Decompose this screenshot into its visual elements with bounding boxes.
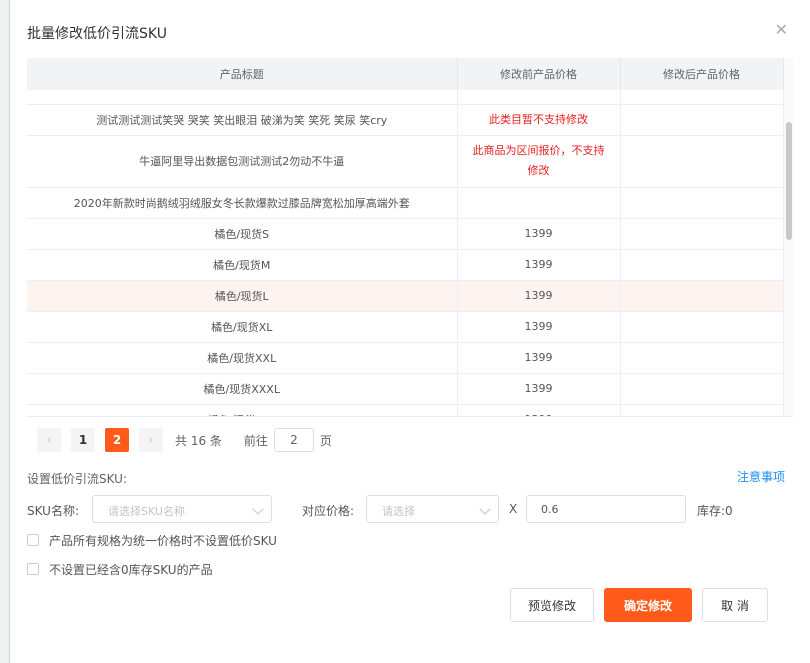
row-title: 2020年新款时尚鹅绒羽绒服女冬长款爆款过膝品牌宽松加厚高端外套	[27, 187, 458, 219]
row-price-after	[620, 280, 784, 312]
goto-page-value: 2	[290, 433, 298, 447]
sku-name-select[interactable]: 请选择SKU名称	[92, 495, 272, 523]
sku-table: 产品标题 修改前产品价格 修改后产品价格 测试测试测试笑哭 哭笑 笑出眼泪 破涕…	[27, 58, 793, 417]
sku-settings-row: SKU名称: 请选择SKU名称 对应价格: 请选择 X 0.6 库存:0	[27, 495, 787, 523]
row-price-after	[620, 373, 784, 405]
row-title: 橘色/现货XXXL	[27, 373, 458, 405]
notes-link[interactable]: 注意事项	[737, 468, 785, 485]
row-price-after	[620, 218, 784, 250]
row-price-after	[620, 187, 784, 219]
table-row: 橘色/现货4XL 1399	[27, 404, 784, 416]
chevron-down-icon	[252, 503, 264, 515]
row-price-before: 1399	[457, 218, 621, 250]
table-row: 2020年新款时尚鹅绒羽绒服女冬长款爆款过膝品牌宽松加厚高端外套	[27, 187, 784, 219]
row-title: 橘色/现货M	[27, 249, 458, 281]
row-title: 橘色/现货XXL	[27, 342, 458, 374]
sku-name-placeholder: 请选择SKU名称	[108, 505, 185, 518]
row-price-before: 1399	[457, 249, 621, 281]
scrollbar-thumb[interactable]	[786, 122, 792, 240]
header-price-after: 修改后产品价格	[620, 58, 784, 90]
stock-text: 库存:0	[697, 504, 733, 518]
confirm-button[interactable]: 确定修改	[604, 588, 692, 622]
factor-value: 0.6	[541, 503, 559, 516]
table-row-partial	[27, 90, 784, 105]
goto-label: 前往	[243, 433, 268, 448]
table-row: 橘色/现货M 1399	[27, 249, 784, 281]
uniform-price-checkbox[interactable]: 产品所有规格为统一价格时不设置低价SKU	[27, 532, 277, 548]
chevron-down-icon	[479, 503, 491, 515]
total-count: 共 16 条	[175, 433, 222, 448]
table-row: 橘色/现货S 1399	[27, 218, 784, 250]
factor-input[interactable]: 0.6	[526, 495, 686, 523]
price-placeholder: 请选择	[382, 505, 415, 518]
row-price-before: 1399	[457, 311, 621, 343]
table-row: 橘色/现货L 1399	[27, 280, 784, 312]
dialog-title: 批量修改低价引流SKU	[27, 26, 167, 42]
row-price-after	[620, 342, 784, 374]
row-price-before: 此类目暂不支持修改	[457, 104, 621, 136]
settings-section-label: 设置低价引流SKU:	[27, 472, 127, 486]
row-title: 牛逼阿里导出数据包测试测试2勿动不牛逼	[27, 135, 458, 188]
background-page-edge	[0, 0, 10, 663]
row-price-after	[620, 249, 784, 281]
row-price-before: 1399	[457, 373, 621, 405]
row-price-after	[620, 135, 784, 188]
sku-name-label: SKU名称:	[27, 504, 79, 518]
table-scrollbar[interactable]	[784, 58, 793, 416]
row-price-before: 1399	[457, 404, 621, 416]
table-row: 测试测试测试笑哭 哭笑 笑出眼泪 破涕为笑 笑死 笑尿 笑cry 此类目暂不支持…	[27, 104, 784, 136]
row-price-after	[620, 311, 784, 343]
row-price-before: 此商品为区间报价，不支持修改	[457, 135, 621, 188]
row-title: 橘色/现货4XL	[27, 404, 458, 416]
price-select[interactable]: 请选择	[366, 495, 499, 523]
cancel-button[interactable]: 取 消	[702, 588, 768, 622]
checkbox-box[interactable]	[27, 563, 39, 575]
row-price-after	[620, 404, 784, 416]
page-2-button[interactable]: 2	[105, 428, 129, 452]
table-row: 橘色/现货XL 1399	[27, 311, 784, 343]
row-title: 橘色/现货S	[27, 218, 458, 250]
row-price-before: 1399	[457, 342, 621, 374]
pagination: ‹ 1 2 › 共 16 条 前往 2 页	[37, 428, 332, 452]
page-1-button[interactable]: 1	[71, 428, 95, 452]
table-row: 橘色/现货XXL 1399	[27, 342, 784, 374]
table-header-row: 产品标题 修改前产品价格 修改后产品价格	[27, 58, 784, 90]
uniform-price-label: 产品所有规格为统一价格时不设置低价SKU	[49, 533, 277, 548]
page-suffix: 页	[319, 433, 332, 448]
row-price-after	[620, 104, 784, 136]
row-price-before	[457, 187, 621, 219]
table-row: 牛逼阿里导出数据包测试测试2勿动不牛逼 此商品为区间报价，不支持修改	[27, 135, 784, 188]
multiply-sign: X	[509, 502, 518, 516]
zero-stock-checkbox[interactable]: 不设置已经含0库存SKU的产品	[27, 561, 213, 577]
table-row: 橘色/现货XXXL 1399	[27, 373, 784, 405]
close-icon[interactable]: ✕	[775, 20, 788, 39]
row-title: 橘色/现货L	[27, 280, 458, 312]
next-page-button[interactable]: ›	[139, 428, 163, 452]
row-title: 橘色/现货XL	[27, 311, 458, 343]
checkbox-box[interactable]	[27, 534, 39, 546]
header-price-before: 修改前产品价格	[457, 58, 621, 90]
goto-page-input[interactable]: 2	[273, 428, 314, 452]
preview-button[interactable]: 预览修改	[510, 588, 594, 622]
zero-stock-label: 不设置已经含0库存SKU的产品	[49, 562, 213, 577]
row-price-before: 1399	[457, 280, 621, 312]
batch-edit-dialog: 批量修改低价引流SKU ✕ 产品标题 修改前产品价格 修改后产品价格 测试测试测…	[10, 0, 810, 663]
price-label: 对应价格:	[302, 504, 355, 518]
row-title: 测试测试测试笑哭 哭笑 笑出眼泪 破涕为笑 笑死 笑尿 笑cry	[27, 104, 458, 136]
header-product-title: 产品标题	[27, 58, 458, 90]
prev-page-button[interactable]: ‹	[37, 428, 61, 452]
